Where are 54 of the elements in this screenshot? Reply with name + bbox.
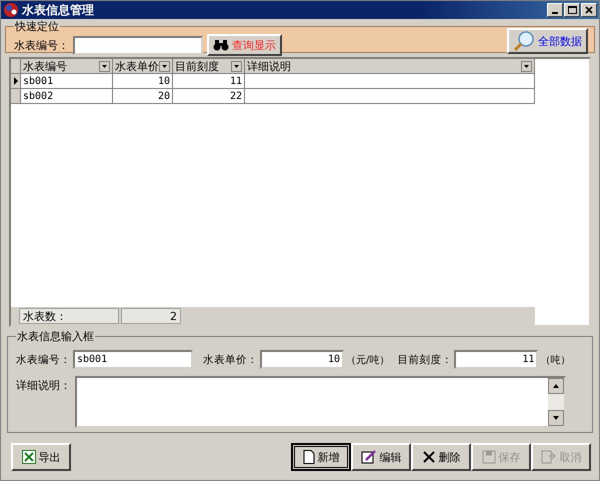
current-row-icon (12, 77, 18, 85)
column-header[interactable]: 目前刻度 (173, 59, 245, 74)
table-cell: 11 (173, 74, 245, 89)
field-label: 目前刻度： (397, 352, 452, 366)
window-title: 水表信息管理 (22, 2, 94, 18)
meter-count-label: 水表数： (19, 308, 119, 324)
magnifier-icon (513, 30, 535, 52)
group-legend: 水表信息输入框 (16, 329, 95, 344)
new-button[interactable]: 新增 (291, 443, 351, 471)
scrollbar[interactable] (548, 378, 564, 426)
dropdown-icon[interactable] (159, 60, 170, 72)
spreadsheet-icon (22, 450, 36, 464)
row-indicator[interactable] (11, 74, 21, 89)
dropdown-icon[interactable] (99, 60, 110, 72)
export-button[interactable]: 导出 (11, 443, 71, 471)
detail-text-area[interactable] (75, 376, 566, 428)
dropdown-icon[interactable] (231, 60, 242, 72)
column-header[interactable]: 详细说明 (245, 59, 535, 74)
meter-id-label: 水表编号： (14, 38, 69, 52)
column-header[interactable]: 水表单价 (113, 59, 173, 74)
input-field[interactable]: sb001 (73, 350, 193, 369)
field-label: 水表单价： (203, 352, 258, 366)
close-icon (585, 6, 593, 14)
table-cell: 22 (173, 89, 245, 104)
maximize-button[interactable] (564, 3, 580, 17)
minimize-button[interactable] (547, 3, 563, 17)
unit-label: （吨） (540, 354, 570, 366)
table-cell: sb002 (21, 89, 113, 104)
panel-legend: 快速定位 (14, 19, 60, 34)
document-icon (302, 450, 314, 464)
binoculars-icon (213, 39, 229, 51)
scroll-up-icon[interactable] (548, 378, 564, 394)
field-label: 水表编号： (16, 352, 71, 366)
dropdown-icon[interactable] (521, 60, 532, 72)
unit-label: （元/吨） (346, 354, 390, 366)
all-data-button[interactable]: 全部数据 (507, 28, 588, 54)
input-field[interactable]: 11 (454, 350, 538, 369)
edit-button[interactable]: 编辑 (351, 443, 411, 471)
meter-count-value: 2 (121, 308, 181, 324)
delete-button[interactable]: 删除 (411, 443, 471, 471)
meter-id-search-field[interactable] (73, 36, 203, 54)
table-cell: 10 (113, 74, 173, 89)
cross-icon (422, 450, 436, 464)
table-cell: 20 (113, 89, 173, 104)
maximize-icon (568, 6, 576, 14)
app-logo-icon (3, 2, 19, 18)
field-label: 详细说明： (16, 378, 71, 394)
scroll-down-icon[interactable] (548, 410, 564, 426)
floppy-icon (482, 450, 496, 464)
input-field[interactable]: 10 (260, 350, 344, 369)
column-header[interactable]: 水表编号 (21, 59, 113, 74)
close-button[interactable] (581, 3, 597, 17)
table-cell: sb001 (21, 74, 113, 89)
pencil-icon (360, 449, 376, 465)
